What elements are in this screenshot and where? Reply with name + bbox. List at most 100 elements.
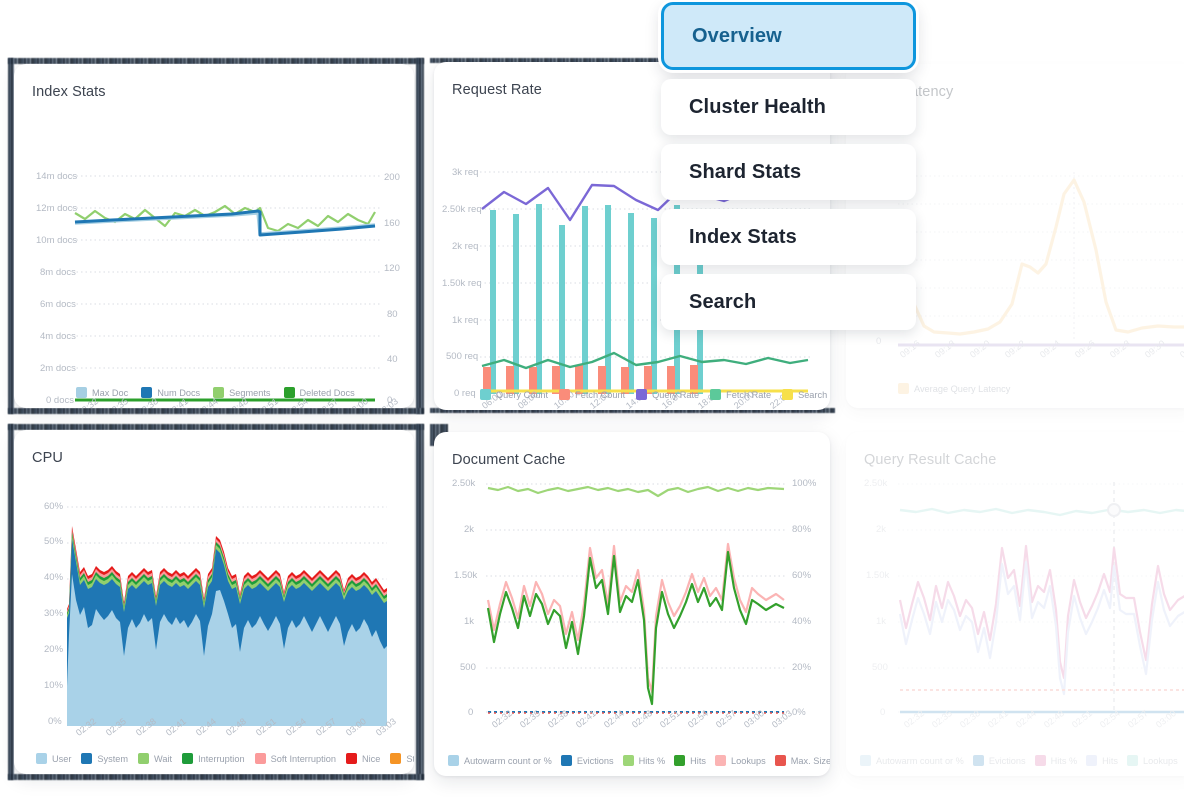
y2-tick-doc-2: 40% xyxy=(792,616,812,627)
y2-tick-doc-4: 80% xyxy=(792,524,812,535)
legend-label-soft-interruption: Soft Interruption xyxy=(270,753,336,764)
legend-swatch-fetch-rate xyxy=(710,389,722,400)
panel-index-stats[interactable]: Index Stats 14m docs 12m docs 10m docs 8… xyxy=(14,64,414,408)
legend-swatch-evictions xyxy=(560,755,572,766)
y-tick-doc-4: 2k xyxy=(464,524,475,535)
legend-item-segments[interactable]: Segments xyxy=(213,387,271,398)
y-tick-qrc-0: 0 xyxy=(880,707,886,718)
legend-document-cache: Autowarm count or % Evictions Hits % Hit… xyxy=(448,755,830,766)
menu-item-overview[interactable]: Overview xyxy=(661,2,916,70)
legend-item-average-query-latency[interactable]: Average Query Latency xyxy=(898,383,1010,394)
y-tick-cpu-1: 10% xyxy=(44,680,64,691)
legend-item-query-rate[interactable]: Query Rate xyxy=(636,389,699,400)
y-tick-index-6: 2m docs xyxy=(40,363,76,374)
y-tick-index-2: 10m docs xyxy=(36,235,78,246)
legend-swatch-query-rate xyxy=(636,389,648,400)
legend-label-qrc-lookups: Lookups xyxy=(1142,755,1178,766)
legend-item-qrc-evictions[interactable]: Evictions xyxy=(972,755,1026,766)
legend-swatch-system xyxy=(81,753,93,764)
y-tick-cpu-6: 60% xyxy=(44,501,64,512)
legend-item-qrc-hits-pct[interactable]: Hits % xyxy=(1034,755,1077,766)
dashboard-stage: Index Stats 14m docs 12m docs 10m docs 8… xyxy=(0,0,1184,797)
legend-item-interruption[interactable]: Interruption xyxy=(182,753,245,764)
y-tick-index-7: 0 docs xyxy=(46,395,74,406)
legend-swatch-hits xyxy=(674,755,686,766)
legend-label-max-size: Max. Size xyxy=(790,755,830,766)
panel-title-request-rate: Request Rate xyxy=(452,82,542,98)
y2-tick-index-1: 40 xyxy=(387,354,398,365)
y2-tick-doc-1: 20% xyxy=(792,662,812,673)
legend-label-lookups: Lookups xyxy=(730,755,766,766)
legend-label-qrc-autowarm: Autowarm count or % xyxy=(876,755,964,766)
legend-item-hits-pct[interactable]: Hits % xyxy=(622,755,665,766)
y-tick-index-1: 12m docs xyxy=(36,203,78,214)
legend-item-fetch-rate[interactable]: Fetch Rate xyxy=(710,389,771,400)
legend-item-steal[interactable]: Steal xyxy=(390,753,414,764)
legend-label-steal: Steal xyxy=(406,753,414,764)
legend-item-max-doc[interactable]: Max Doc xyxy=(76,387,128,398)
panel-query-result-cache[interactable]: Query Result Cache 2.50k 2k 1.50k 1k 500… xyxy=(846,432,1184,776)
legend-swatch-qrc-evictions xyxy=(972,755,984,766)
panel-seam-right-top xyxy=(416,58,424,414)
y2-tick-index-3: 120 xyxy=(384,263,400,274)
y2-tick-doc-5: 100% xyxy=(792,478,817,489)
legend-item-nice[interactable]: Nice xyxy=(345,753,380,764)
legend-item-system[interactable]: System xyxy=(81,753,128,764)
panel-cpu[interactable]: CPU 60% 50% 40% 30% 20% 10% 0% 02:32 02:… xyxy=(14,430,414,774)
legend-swatch-steal xyxy=(390,753,402,764)
legend-item-lookups[interactable]: Lookups xyxy=(714,755,766,766)
panel-seam-bottom-right xyxy=(416,424,424,780)
legend-label-qrc-hits: Hits xyxy=(1102,755,1118,766)
legend-item-hits[interactable]: Hits xyxy=(674,755,706,766)
y-tick-index-3: 8m docs xyxy=(40,267,76,278)
legend-query-latency: Average Query Latency xyxy=(898,383,1010,394)
legend-item-qrc-lookups[interactable]: Lookups xyxy=(1126,755,1178,766)
y-tick-req-0: 0 req xyxy=(454,388,476,399)
menu-item-label-index-stats: Index Stats xyxy=(689,225,797,248)
y-tick-doc-1: 500 xyxy=(460,662,476,673)
legend-swatch-query-count xyxy=(480,389,491,400)
legend-swatch-qrc-hits xyxy=(1086,755,1098,766)
menu-item-index-stats[interactable]: Index Stats xyxy=(661,209,916,265)
legend-swatch-qrc-autowarm xyxy=(860,755,871,766)
legend-label-user: User xyxy=(52,753,72,764)
legend-item-num-docs[interactable]: Num Docs xyxy=(141,387,200,398)
legend-item-search-contexts[interactable]: Search Contexts xyxy=(782,389,830,400)
menu-item-cluster-health[interactable]: Cluster Health xyxy=(661,79,916,135)
legend-swatch-wait xyxy=(138,753,150,764)
legend-label-system: System xyxy=(97,753,129,764)
panel-document-cache[interactable]: Document Cache 2.50k 2k 1.50k 1k 500 0 1… xyxy=(434,432,830,776)
legend-swatch-max-size xyxy=(774,755,786,766)
navigation-dropdown[interactable]: Overview Cluster Health Shard Stats Inde… xyxy=(661,0,916,337)
chart-document-cache xyxy=(486,483,786,714)
legend-item-fetch-count[interactable]: Fetch Count xyxy=(559,389,625,400)
legend-item-qrc-hits[interactable]: Hits xyxy=(1086,755,1118,766)
menu-item-search[interactable]: Search xyxy=(661,274,916,330)
legend-swatch-search-contexts xyxy=(782,389,794,400)
y-tick-cpu-5: 50% xyxy=(44,536,64,547)
legend-item-qrc-autowarm[interactable]: Autowarm count or % xyxy=(860,755,964,766)
y2-tick-index-2: 80 xyxy=(387,309,398,320)
legend-item-autowarm[interactable]: Autowarm count or % xyxy=(448,755,552,766)
panel-title-document-cache: Document Cache xyxy=(452,452,566,468)
menu-item-shard-stats[interactable]: Shard Stats xyxy=(661,144,916,200)
legend-item-deleted-docs[interactable]: Deleted Docs xyxy=(283,387,355,398)
legend-item-soft-interruption[interactable]: Soft Interruption xyxy=(254,753,336,764)
legend-label-interruption: Interruption xyxy=(198,753,245,764)
legend-item-wait[interactable]: Wait xyxy=(138,753,172,764)
legend-swatch-qrc-lookups xyxy=(1126,755,1138,766)
legend-item-query-count[interactable]: Query Count xyxy=(480,389,548,400)
y-tick-doc-2: 1k xyxy=(464,616,475,627)
legend-label-query-count: Query Count xyxy=(496,389,549,400)
y2-tick-index-4: 160 xyxy=(384,218,400,229)
legend-swatch-num-docs xyxy=(141,387,153,398)
legend-swatch-segments xyxy=(213,387,225,398)
menu-item-label-cluster-health: Cluster Health xyxy=(689,95,826,118)
y-tick-qrc-1: 500 xyxy=(872,662,888,673)
menu-item-label-search: Search xyxy=(689,290,757,313)
legend-item-user[interactable]: User xyxy=(36,753,71,764)
y-tick-qrc-3: 1.50k xyxy=(866,570,890,581)
legend-label-hits: Hits xyxy=(690,755,706,766)
legend-item-max-size[interactable]: Max. Size xyxy=(774,755,830,766)
legend-item-evictions[interactable]: Evictions xyxy=(560,755,614,766)
